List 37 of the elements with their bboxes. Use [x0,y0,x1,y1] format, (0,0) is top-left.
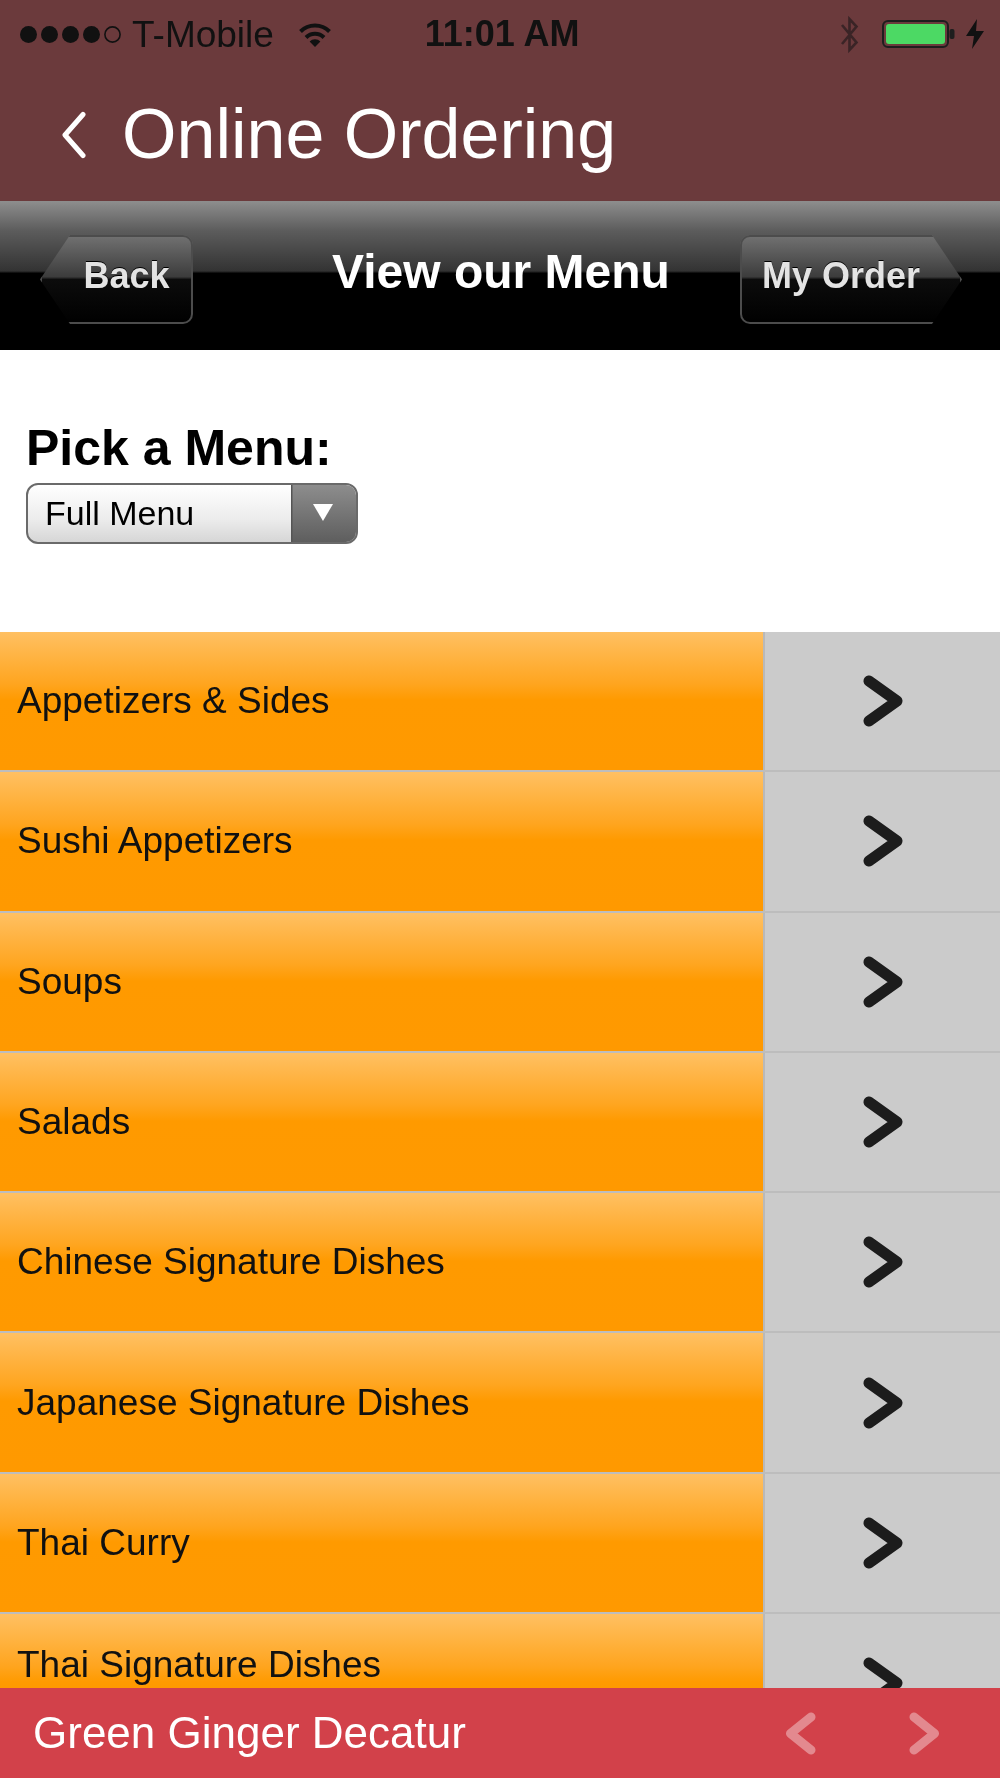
category-item[interactable]: Chinese Signature Dishes [0,1193,763,1332]
category-arrow-button[interactable] [763,772,1000,911]
back-button[interactable]: Back [40,235,193,324]
category-arrow-button[interactable] [763,1614,1000,1688]
battery-icon [882,20,955,48]
chevron-right-icon [861,1235,904,1290]
category-item[interactable]: Soups [0,912,763,1051]
chevron-right-icon [861,674,904,729]
category-item[interactable]: Salads [0,1052,763,1192]
signal-strength-icon [20,25,121,43]
category-arrow-button[interactable] [763,632,1000,771]
category-arrow-button[interactable] [763,1052,1000,1192]
menu-dropdown[interactable]: Full Menu [26,483,358,544]
category-item[interactable]: Sushi Appetizers [0,772,763,911]
category-arrow-button[interactable] [763,912,1000,1051]
category-item[interactable]: Thai Signature Dishes [0,1614,763,1688]
my-order-button[interactable]: My Order [740,235,962,324]
toolbar-title: View our Menu [332,246,670,299]
page-title: Online Ordering [122,96,617,173]
chevron-right-icon [861,1375,904,1430]
chevron-right-icon [861,954,904,1009]
category-arrow-button[interactable] [763,1193,1000,1332]
clock-time: 11:01 AM [424,16,580,52]
chevron-left-icon[interactable] [61,110,87,159]
category-arrow-button[interactable] [763,1473,1000,1613]
wifi-icon [297,21,332,47]
category-arrow-button[interactable] [763,1333,1000,1472]
category-item[interactable]: Japanese Signature Dishes [0,1333,763,1472]
category-item[interactable]: Thai Curry [0,1473,763,1613]
category-item[interactable]: Appetizers & Sides [0,632,763,771]
chevron-right-icon [861,1095,904,1150]
chevron-right-icon [861,1515,904,1570]
restaurant-name: Green Ginger Decatur [33,1708,466,1758]
charging-bolt-icon [966,19,984,49]
carrier-name: T-Mobile [132,15,274,53]
chevron-right-icon [861,814,904,869]
picker-label: Pick a Menu: [26,420,332,477]
